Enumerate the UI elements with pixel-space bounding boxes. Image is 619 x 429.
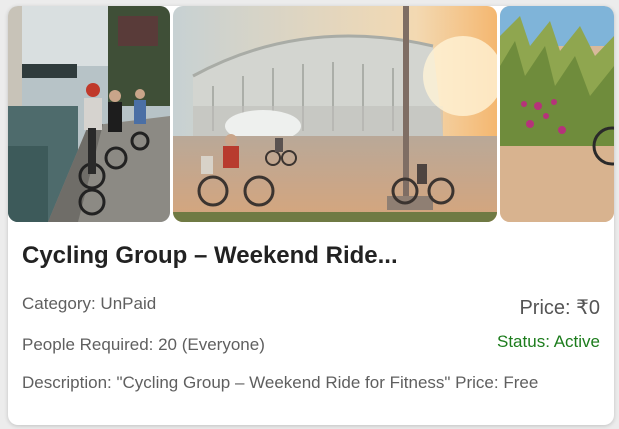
people-required: People Required: 20 (Everyone)	[22, 335, 265, 354]
event-description: Description: "Cycling Group – Weekend Ri…	[22, 373, 539, 392]
event-card[interactable]: Cycling Group – Weekend Ride... Category…	[8, 6, 614, 425]
gallery-photo-dunes-bike[interactable]	[500, 6, 614, 222]
photo-gallery[interactable]	[8, 6, 614, 222]
event-price: Price: ₹0	[519, 297, 600, 319]
status-badge: Status: Active	[497, 332, 600, 351]
gallery-photo-canal-cyclists[interactable]	[8, 6, 170, 222]
gallery-photo-stadium-cyclists[interactable]	[173, 6, 497, 222]
event-title: Cycling Group – Weekend Ride...	[22, 242, 398, 269]
event-category: Category: UnPaid	[22, 294, 157, 313]
